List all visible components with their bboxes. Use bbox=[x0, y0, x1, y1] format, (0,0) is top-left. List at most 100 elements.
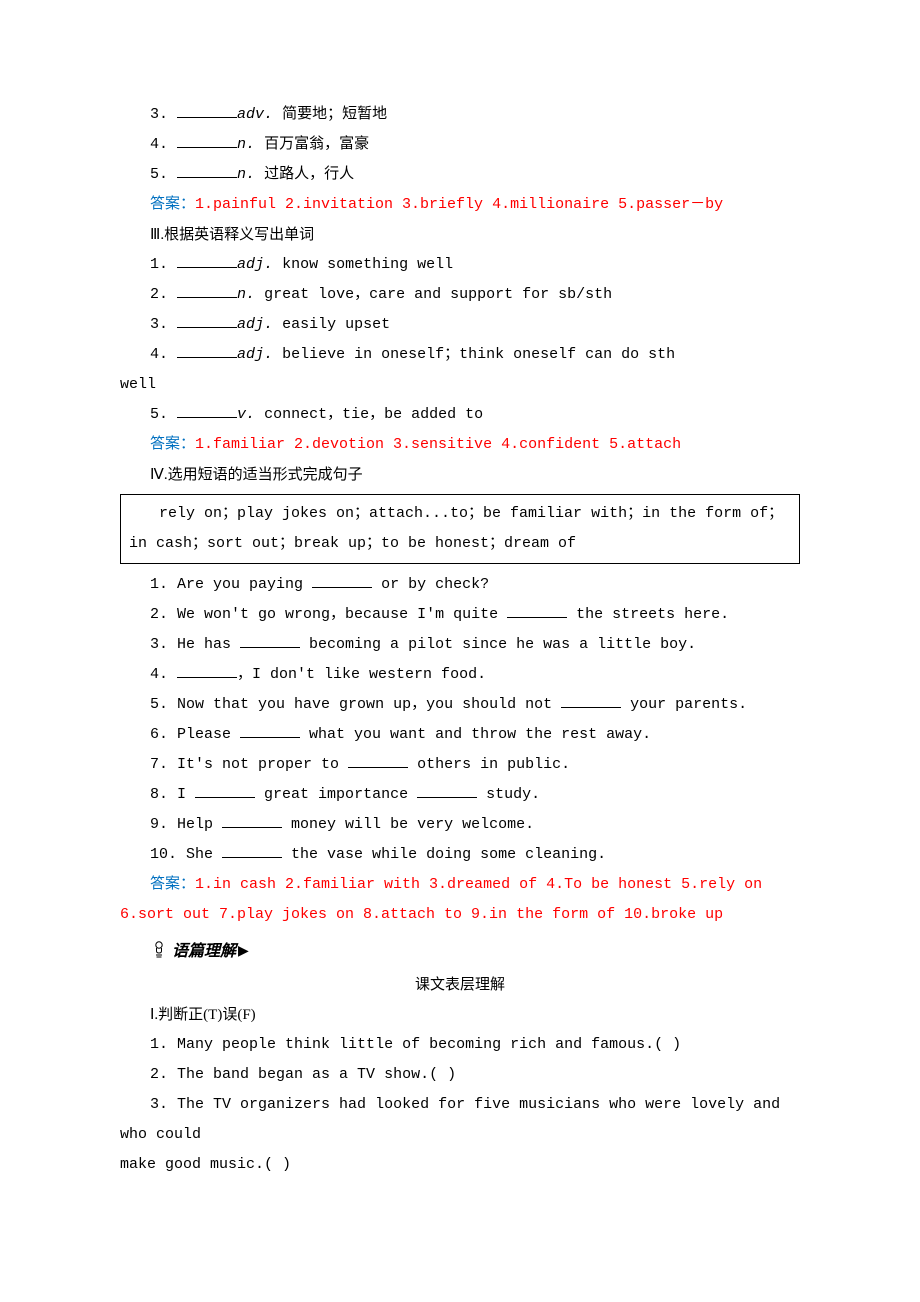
fill-blank[interactable] bbox=[195, 782, 255, 798]
sec4-item-10: 10. She the vase while doing some cleani… bbox=[120, 840, 800, 870]
sec4-item-4: 4. ，I don't like western food. bbox=[120, 660, 800, 690]
subtitle-text: 课文表层理解 bbox=[415, 977, 505, 993]
sec2-item-5: 5. n. 过路人，行人 bbox=[120, 160, 800, 190]
fill-blank[interactable] bbox=[507, 602, 567, 618]
sec4-answer-line2: 6.sort out 7.play jokes on 8.attach to 9… bbox=[120, 900, 800, 930]
sentence-post: what you want and throw the rest away. bbox=[300, 726, 651, 743]
part-of-speech: adj. bbox=[237, 316, 273, 333]
tf-text: The band began as a TV show.( ) bbox=[177, 1066, 456, 1083]
item-num: 8. bbox=[150, 786, 168, 803]
sec4-item-6: 6. Please what you want and throw the re… bbox=[120, 720, 800, 750]
sec4-item-8: 8. I great importance study. bbox=[120, 780, 800, 810]
sec3-heading: Ⅲ.根据英语释义写出单词 bbox=[120, 220, 800, 250]
answer-text: 1.in cash 2.familiar with 3.dreamed of 4… bbox=[195, 876, 762, 893]
sec3-item-5: 5. v. connect，tie，be added to bbox=[120, 400, 800, 430]
fill-blank[interactable] bbox=[177, 132, 237, 148]
item-def: connect，tie，be added to bbox=[264, 406, 483, 423]
sentence-post: study. bbox=[477, 786, 540, 803]
sentence-pre: She bbox=[186, 846, 222, 863]
fill-blank[interactable] bbox=[177, 252, 237, 268]
fill-blank[interactable] bbox=[177, 312, 237, 328]
part-of-speech: n. bbox=[237, 286, 255, 303]
item-num: 2. bbox=[150, 1066, 168, 1083]
sentence-pre: We won't go wrong，because I'm quite bbox=[177, 606, 507, 623]
sentence-pre: It's not proper to bbox=[177, 756, 348, 773]
answer-label: 答案： bbox=[150, 436, 195, 453]
sentence-post: or by check? bbox=[372, 576, 489, 593]
answer-label: 答案： bbox=[150, 196, 195, 213]
fill-blank[interactable] bbox=[177, 282, 237, 298]
fill-blank[interactable] bbox=[177, 162, 237, 178]
tf-item-3: 3. The TV organizers had looked for five… bbox=[120, 1090, 800, 1150]
fill-blank[interactable] bbox=[177, 662, 237, 678]
tf-text: Many people think little of becoming ric… bbox=[177, 1036, 681, 1053]
fill-blank[interactable] bbox=[177, 402, 237, 418]
sentence-post: money will be very welcome. bbox=[282, 816, 534, 833]
item-num: 4. bbox=[150, 346, 168, 363]
answer-text: 6.sort out 7.play jokes on 8.attach to 9… bbox=[120, 906, 723, 923]
item-def: know something well bbox=[282, 256, 453, 273]
fill-blank[interactable] bbox=[417, 782, 477, 798]
sentence-pre: I bbox=[177, 786, 195, 803]
item-num: 5. bbox=[150, 166, 168, 183]
sec3-item-4: 4. adj. believe in oneself；think oneself… bbox=[120, 340, 800, 370]
tf-item-1: 1. Many people think little of becoming … bbox=[120, 1030, 800, 1060]
tf-item-2: 2. The band began as a TV show.( ) bbox=[120, 1060, 800, 1090]
item-num: 1. bbox=[150, 1036, 168, 1053]
fill-blank[interactable] bbox=[312, 572, 372, 588]
part-of-speech: adj. bbox=[237, 346, 273, 363]
reading-section-heading: 语篇理解 ▶ bbox=[150, 936, 800, 968]
sentence-post: your parents. bbox=[621, 696, 747, 713]
item-num: 4. bbox=[150, 666, 168, 683]
item-num: 1. bbox=[150, 576, 168, 593]
fill-blank[interactable] bbox=[240, 722, 300, 738]
fill-blank[interactable] bbox=[348, 752, 408, 768]
item-num: 9. bbox=[150, 816, 168, 833]
item-num: 2. bbox=[150, 606, 168, 623]
sec3-answer: 答案：1.familiar 2.devotion 3.sensitive 4.c… bbox=[120, 430, 800, 460]
sec3-item-4-cont: well bbox=[120, 370, 800, 400]
heading-text: Ⅳ.选用短语的适当形式完成句子 bbox=[150, 467, 363, 483]
part-of-speech: n. bbox=[237, 136, 255, 153]
sentence-post: the streets here. bbox=[567, 606, 729, 623]
sentence-pre: He has bbox=[177, 636, 240, 653]
fill-blank[interactable] bbox=[222, 842, 282, 858]
tf-text-cont: make good music.( ) bbox=[120, 1156, 291, 1173]
fill-blank[interactable] bbox=[240, 632, 300, 648]
item-num: 10. bbox=[150, 846, 177, 863]
sentence-post: the vase while doing some cleaning. bbox=[282, 846, 606, 863]
fill-blank[interactable] bbox=[222, 812, 282, 828]
item-num: 3. bbox=[150, 316, 168, 333]
item-num: 7. bbox=[150, 756, 168, 773]
sec2-item-4: 4. n. 百万富翁，富豪 bbox=[120, 130, 800, 160]
sentence-post: others in public. bbox=[408, 756, 570, 773]
sec3-item-3: 3. adj. easily upset bbox=[120, 310, 800, 340]
part-of-speech: v. bbox=[237, 406, 255, 423]
item-def: easily upset bbox=[282, 316, 390, 333]
sentence-pre: Please bbox=[177, 726, 240, 743]
reading-heading-text: 语篇理解 bbox=[172, 936, 236, 968]
bulb-icon bbox=[150, 941, 168, 963]
sec4-item-1: 1. Are you paying or by check? bbox=[120, 570, 800, 600]
sec4-item-5: 5. Now that you have grown up，you should… bbox=[120, 690, 800, 720]
fill-blank[interactable] bbox=[177, 102, 237, 118]
sec3-item-1: 1. adj. know something well bbox=[120, 250, 800, 280]
tf-heading: Ⅰ.判断正(T)误(F) bbox=[120, 1000, 800, 1030]
phrase-bank-text: rely on；play jokes on；attach...to；be fam… bbox=[129, 499, 791, 559]
item-num: 2. bbox=[150, 286, 168, 303]
item-num: 4. bbox=[150, 136, 168, 153]
item-def: great love，care and support for sb/sth bbox=[264, 286, 612, 303]
item-num: 5. bbox=[150, 696, 168, 713]
sec4-heading: Ⅳ.选用短语的适当形式完成句子 bbox=[120, 460, 800, 490]
reading-subtitle: 课文表层理解 bbox=[120, 970, 800, 1000]
item-def: 简要地；短暂地 bbox=[282, 106, 387, 123]
tf-heading-text: Ⅰ.判断正(T)误(F) bbox=[150, 1007, 256, 1023]
item-def: 过路人，行人 bbox=[264, 166, 354, 183]
fill-blank[interactable] bbox=[177, 342, 237, 358]
tf-text: The TV organizers had looked for five mu… bbox=[120, 1096, 780, 1143]
sentence-mid: great importance bbox=[255, 786, 417, 803]
arrow-icon: ▶ bbox=[238, 938, 249, 966]
sentence-pre: Are you paying bbox=[177, 576, 312, 593]
item-num: 5. bbox=[150, 406, 168, 423]
fill-blank[interactable] bbox=[561, 692, 621, 708]
